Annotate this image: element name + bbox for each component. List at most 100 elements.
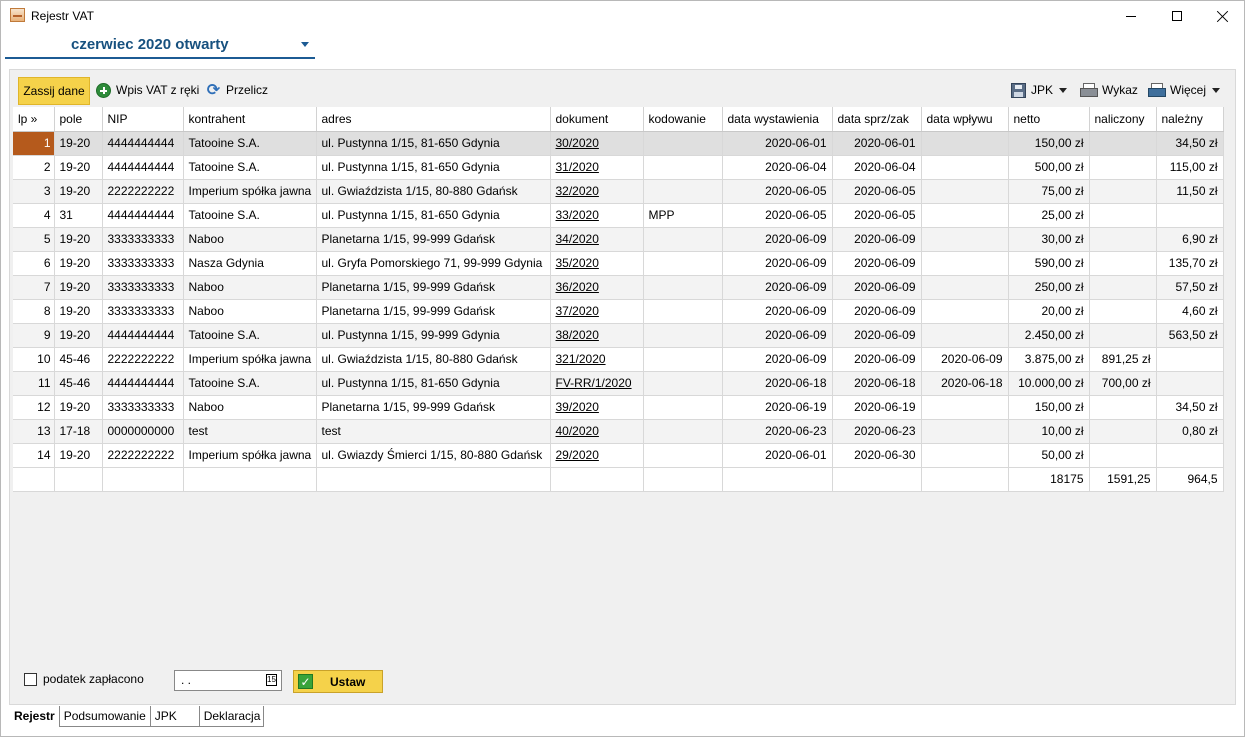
cell-pole: 19-20: [54, 275, 103, 300]
cell-dokument[interactable]: 37/2020: [550, 299, 644, 324]
tab-deklaracja[interactable]: Deklaracja: [198, 706, 264, 727]
printer-icon: [1080, 83, 1098, 97]
wiecej-button[interactable]: Więcej: [1148, 77, 1221, 103]
przelicz-button[interactable]: ⟳ Przelicz: [206, 77, 268, 103]
tab-podsumowanie[interactable]: Podsumowanie: [58, 706, 151, 727]
cell-kodowanie: MPP: [643, 203, 723, 228]
checkmark-icon: ✓: [298, 674, 313, 689]
column-header-adres[interactable]: adres: [316, 107, 551, 132]
close-button[interactable]: [1200, 1, 1245, 31]
cell-data-wplywu: [921, 203, 1009, 228]
cell-netto: 50,00 zł: [1008, 443, 1090, 468]
cell-dokument[interactable]: 36/2020: [550, 275, 644, 300]
cell-adres: Planetarna 1/15, 99-999 Gdańsk: [316, 395, 551, 420]
table-row[interactable]: 7 19-20 3333333333 Naboo Planetarna 1/15, 99…: [13, 275, 1224, 300]
cell-nalezny: [1156, 443, 1224, 468]
cell-adres: test: [316, 419, 551, 444]
column-header-data-wplywu[interactable]: data wpływu: [921, 107, 1009, 132]
cell-nalezny: 34,50 zł: [1156, 395, 1224, 420]
totals-cell-empty: [550, 467, 644, 492]
table-row[interactable]: 12 19-20 3333333333 Naboo Planetarna 1/15, 9…: [13, 395, 1224, 420]
cell-data-wplywu: [921, 251, 1009, 276]
cell-nip: 3333333333: [102, 299, 184, 324]
cell-dokument[interactable]: 321/2020: [550, 347, 644, 372]
column-header-nalezny[interactable]: należny: [1156, 107, 1224, 132]
cell-dokument[interactable]: 29/2020: [550, 443, 644, 468]
cell-dokument[interactable]: 40/2020: [550, 419, 644, 444]
column-header-nip[interactable]: NIP: [102, 107, 184, 132]
column-header-kodowanie[interactable]: kodowanie: [643, 107, 723, 132]
tab-rejestr[interactable]: Rejestr: [9, 706, 60, 727]
cell-nalezny: [1156, 371, 1224, 396]
cell-dokument[interactable]: 38/2020: [550, 323, 644, 348]
table-row[interactable]: 2 19-20 4444444444 Tatooine S.A. ul. Pustynn…: [13, 155, 1224, 180]
cell-nip: 2222222222: [102, 347, 184, 372]
cell-dokument[interactable]: 33/2020: [550, 203, 644, 228]
column-header-data-wystawienia[interactable]: data wystawienia: [722, 107, 833, 132]
table-row[interactable]: 5 19-20 3333333333 Naboo Planetarna 1/15, 99…: [13, 227, 1224, 252]
cell-kodowanie: [643, 131, 723, 156]
column-header-lp[interactable]: lp »: [13, 107, 55, 132]
cell-dokument[interactable]: 32/2020: [550, 179, 644, 204]
chevron-down-icon: [1059, 87, 1068, 93]
minimize-button[interactable]: [1108, 1, 1154, 31]
period-dropdown[interactable]: czerwiec 2020 otwarty: [5, 31, 315, 59]
cell-lp: 9: [13, 323, 55, 348]
column-header-dokument[interactable]: dokument: [550, 107, 644, 132]
table-row[interactable]: 6 19-20 3333333333 Nasza Gdynia ul. Gryfa Po…: [13, 251, 1224, 276]
cell-nalezny: [1156, 347, 1224, 372]
cell-netto: 590,00 zł: [1008, 251, 1090, 276]
ustaw-button[interactable]: ✓ Ustaw: [293, 670, 383, 693]
zassij-dane-button[interactable]: Zassij dane: [18, 77, 90, 105]
cell-pole: 19-20: [54, 179, 103, 204]
podatek-zaplacono-checkbox[interactable]: [24, 672, 37, 686]
jpk-button[interactable]: JPK: [1011, 77, 1068, 103]
cell-adres: ul. Pustynna 1/15, 81-650 Gdynia: [316, 371, 551, 396]
cell-data-wystawienia: 2020-06-05: [722, 179, 833, 204]
cell-lp: 13: [13, 419, 55, 444]
cell-dokument[interactable]: 30/2020: [550, 131, 644, 156]
title-bar: Rejestr VAT: [1, 1, 1244, 31]
podatek-zaplacono-row[interactable]: podatek zapłacono: [24, 672, 144, 686]
cell-data-sprz-zak: 2020-06-30: [832, 443, 922, 468]
maximize-button[interactable]: [1154, 1, 1200, 31]
cell-kodowanie: [643, 251, 723, 276]
table-row[interactable]: 1 19-20 4444444444 Tatooine S.A. ul. Pustynn…: [13, 131, 1224, 156]
totals-cell-empty: [183, 467, 317, 492]
totals-cell-empty: [54, 467, 103, 492]
cell-dokument[interactable]: 31/2020: [550, 155, 644, 180]
column-header-naliczony[interactable]: naliczony: [1089, 107, 1157, 132]
column-header-netto[interactable]: netto: [1008, 107, 1090, 132]
column-header-data-sprz-zak[interactable]: data sprz/zak: [832, 107, 922, 132]
table-row[interactable]: 8 19-20 3333333333 Naboo Planetarna 1/15, 99…: [13, 299, 1224, 324]
table-row[interactable]: 13 17-18 0000000000 test test 40/2020 2020-06-…: [13, 419, 1224, 444]
cell-netto: 2.450,00 zł: [1008, 323, 1090, 348]
table-row[interactable]: 4 31 4444444444 Tatooine S.A. ul. Pustynna 1…: [13, 203, 1224, 228]
cell-dokument[interactable]: 35/2020: [550, 251, 644, 276]
cell-nip: 3333333333: [102, 275, 184, 300]
zassij-dane-label: Zassij dane: [23, 84, 85, 98]
column-header-kontrahent[interactable]: kontrahent: [183, 107, 317, 132]
tab-jpk[interactable]: JPK: [149, 706, 200, 727]
calendar-icon[interactable]: 15: [266, 674, 277, 686]
cell-naliczony: [1089, 395, 1157, 420]
cell-dokument[interactable]: 34/2020: [550, 227, 644, 252]
table-row[interactable]: 9 19-20 4444444444 Tatooine S.A. ul. Pustynn…: [13, 323, 1224, 348]
table-row[interactable]: 10 45-46 2222222222 Imperium spółka jawna ul…: [13, 347, 1224, 372]
totals-cell-empty: [832, 467, 922, 492]
payment-date-field[interactable]: . . 15: [174, 670, 282, 691]
cell-nip: 3333333333: [102, 227, 184, 252]
cell-dokument[interactable]: FV-RR/1/2020: [550, 371, 644, 396]
wpis-vat-button[interactable]: Wpis VAT z ręki: [96, 77, 199, 103]
cell-adres: ul. Gwiaździsta 1/15, 80-880 Gdańsk: [316, 179, 551, 204]
cell-nalezny: 34,50 zł: [1156, 131, 1224, 156]
wykaz-label: Wykaz: [1102, 83, 1138, 97]
table-row[interactable]: 3 19-20 2222222222 Imperium spółka jawna ul.…: [13, 179, 1224, 204]
cell-kontrahent: Tatooine S.A.: [183, 131, 317, 156]
wykaz-button[interactable]: Wykaz: [1080, 77, 1138, 103]
table-row[interactable]: 14 19-20 2222222222 Imperium spółka jawna ul…: [13, 443, 1224, 468]
cell-kontrahent: Tatooine S.A.: [183, 155, 317, 180]
table-row[interactable]: 11 45-46 4444444444 Tatooine S.A. ul. Pustyn…: [13, 371, 1224, 396]
column-header-pole[interactable]: pole: [54, 107, 103, 132]
cell-dokument[interactable]: 39/2020: [550, 395, 644, 420]
